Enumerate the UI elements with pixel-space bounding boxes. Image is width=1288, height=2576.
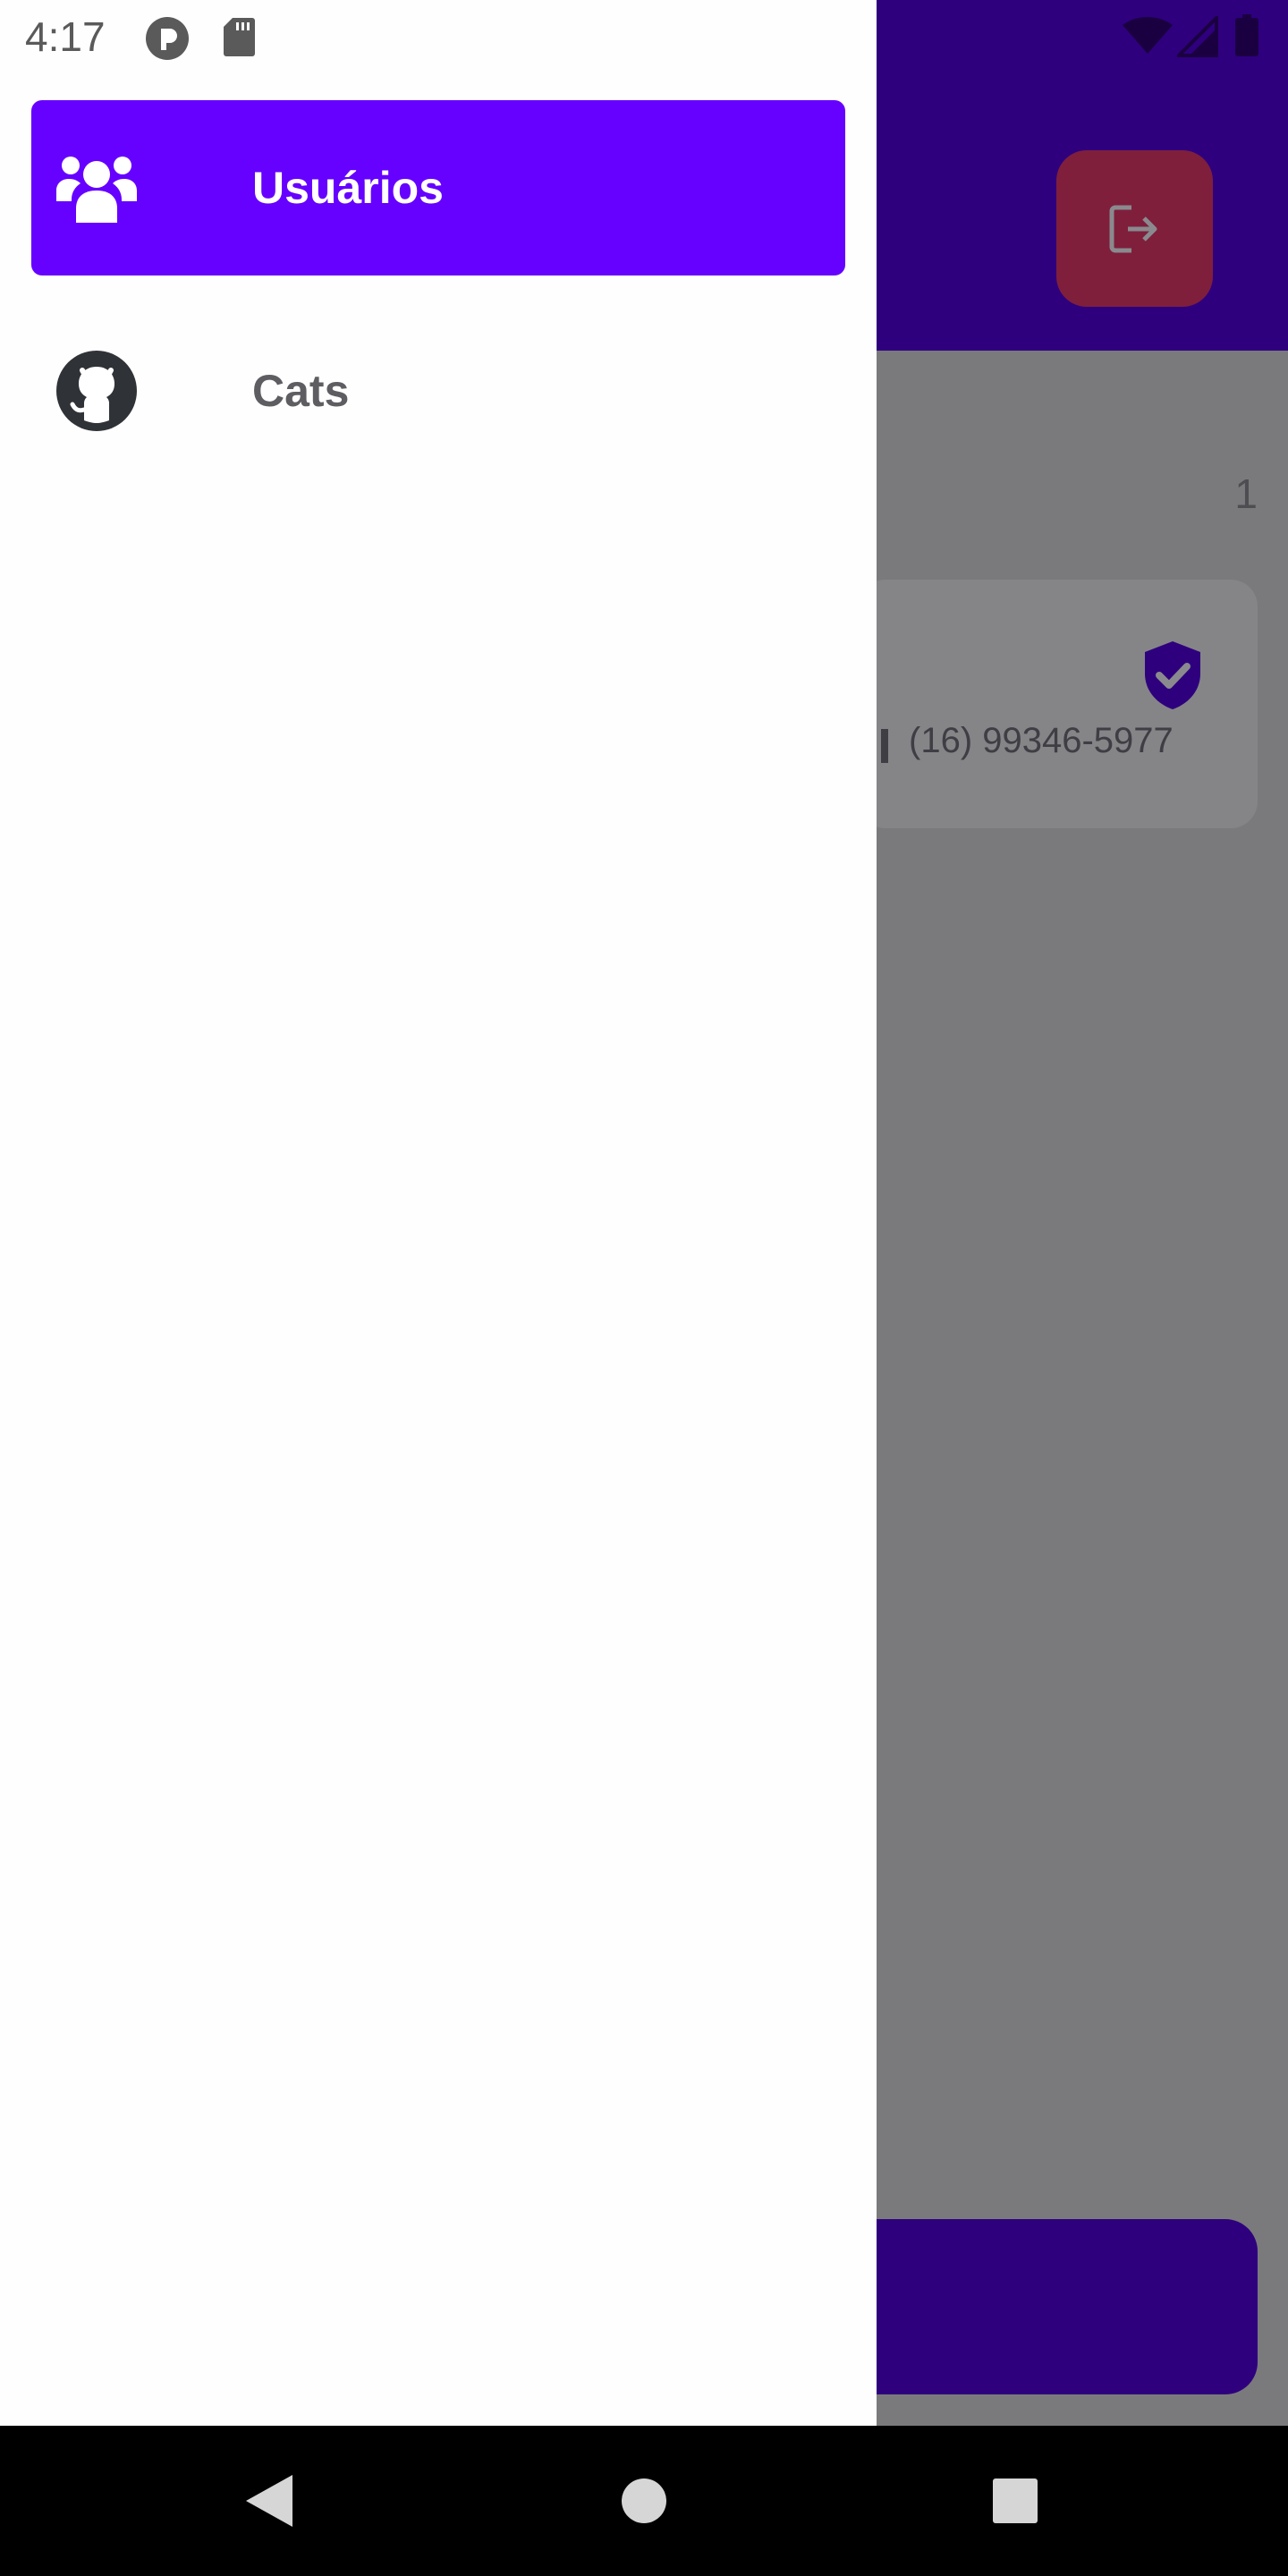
navigation-drawer: Usuários Cats <box>0 0 877 2426</box>
screen: 1 (16) 99346-5977 Usuários Cats 4:17 <box>0 0 1288 2576</box>
users-icon <box>56 157 137 223</box>
github-icon <box>56 351 137 431</box>
app-indicator-icon <box>146 17 189 60</box>
verified-shield-icon <box>1145 641 1200 709</box>
wifi-icon <box>1123 17 1173 54</box>
home-icon[interactable] <box>621 2478 667 2524</box>
battery-icon <box>1235 14 1258 56</box>
recents-icon[interactable] <box>992 2478 1038 2524</box>
logout-button[interactable] <box>1056 150 1213 307</box>
drawer-item-label: Cats <box>252 366 350 416</box>
drawer-item-cats[interactable]: Cats <box>31 303 845 479</box>
drawer-item-label: Usuários <box>252 163 444 213</box>
user-phone: (16) 99346-5977 <box>909 721 1174 760</box>
logout-icon <box>1109 205 1157 252</box>
drawer-item-usuarios[interactable]: Usuários <box>31 100 845 275</box>
primary-action-button[interactable] <box>841 2219 1258 2394</box>
signal-icon <box>1177 16 1218 57</box>
navigation-bar <box>0 2426 1288 2576</box>
back-icon[interactable] <box>244 2473 294 2529</box>
status-time: 4:17 <box>25 13 106 60</box>
sd-card-icon <box>224 18 255 56</box>
phone-divider <box>881 729 888 763</box>
user-count: 1 <box>1234 470 1258 517</box>
